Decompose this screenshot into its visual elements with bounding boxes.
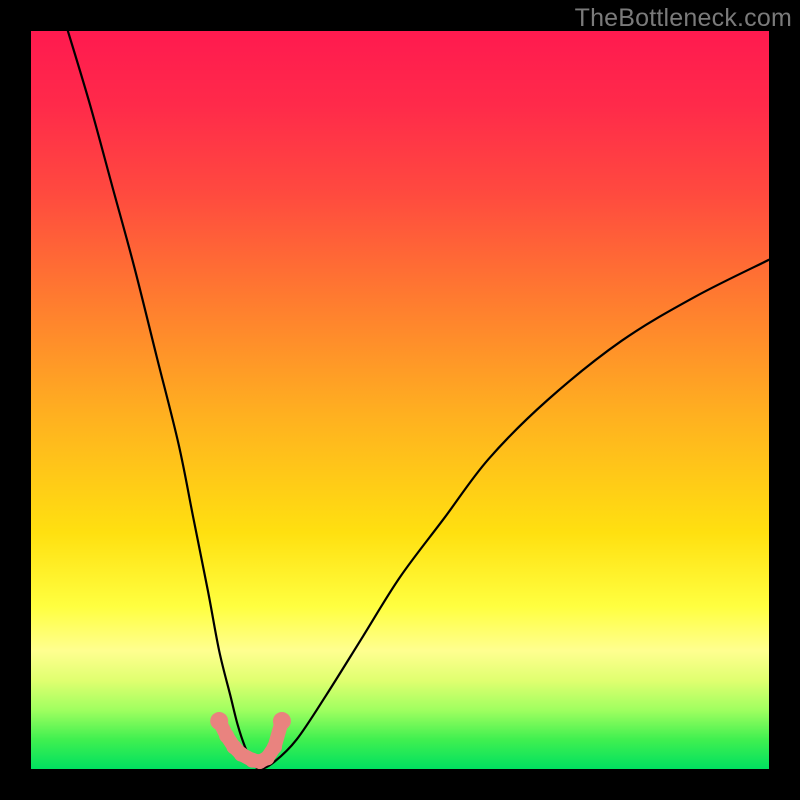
watermark-text: TheBottleneck.com	[575, 4, 792, 33]
chart-svg	[31, 31, 769, 769]
bottleneck-curve	[68, 31, 769, 769]
highlight-stroke	[219, 721, 282, 762]
chart-plot-area	[31, 31, 769, 769]
chart-frame: TheBottleneck.com	[0, 0, 800, 800]
